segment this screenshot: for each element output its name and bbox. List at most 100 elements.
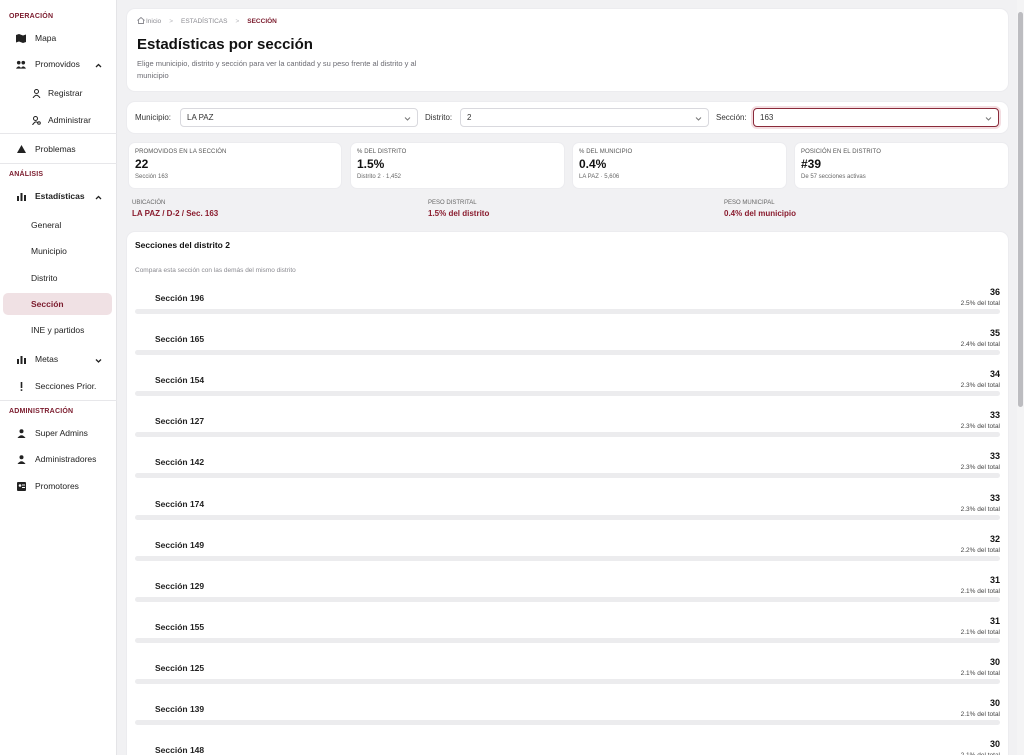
sidebar-item-super-admins[interactable]: Super Admins bbox=[3, 422, 112, 444]
list-item[interactable]: Sección 148302.1% del total bbox=[135, 739, 1000, 755]
seccion-label: Sección: bbox=[716, 113, 747, 122]
sidebar-item-secciones-prior[interactable]: Secciones Prior. bbox=[3, 375, 112, 397]
sidebar: OPERACIÓN Mapa Promovidos Registrar Admi… bbox=[0, 0, 117, 755]
sidebar-item-mapa[interactable]: Mapa bbox=[3, 27, 112, 49]
list-item[interactable]: Sección 149 32 2.2% del total bbox=[135, 534, 1000, 570]
sidebar-item-general[interactable]: General bbox=[3, 214, 112, 236]
sidebar-item-promovidos[interactable]: Promovidos bbox=[3, 53, 112, 75]
secciones-list-card: Secciones del distrito 2 Compara esta se… bbox=[127, 232, 1008, 755]
section-count: 30 bbox=[989, 656, 1000, 667]
section-name: Sección 174 bbox=[155, 498, 205, 509]
sidebar-item-registrar[interactable]: Registrar bbox=[3, 82, 112, 104]
info-value: LA PAZ / D-2 / Sec. 163 bbox=[132, 209, 219, 218]
section-count: 36 bbox=[989, 287, 1000, 297]
section-bar-track bbox=[135, 637, 1000, 643]
list-item[interactable]: Sección 155 31 2.1% del total bbox=[135, 616, 1000, 652]
municipio-select[interactable]: LA PAZ bbox=[180, 108, 418, 127]
warning-icon bbox=[16, 144, 26, 154]
sidebar-item-label: Secciones Prior. bbox=[35, 381, 97, 391]
sidebar-item-promotores[interactable]: Promotores bbox=[3, 475, 112, 497]
sidebar-item-label: Administrar bbox=[48, 115, 91, 125]
divider bbox=[0, 400, 117, 401]
list-item[interactable]: Sección 154 34 2.3% del total bbox=[135, 369, 1000, 405]
sidebar-item-label: Mapa bbox=[35, 33, 57, 43]
section-name: Sección 165 bbox=[155, 334, 205, 345]
info-label: PESO MUNICIPAL bbox=[724, 200, 775, 206]
kpi-sub: De 57 secciones activas bbox=[801, 174, 866, 180]
chevron-down-icon bbox=[404, 114, 411, 123]
sidebar-item-label: Administradores bbox=[35, 454, 97, 464]
info-peso-municipal: PESO MUNICIPAL 0.4% del municipio bbox=[724, 200, 796, 218]
chevron-down-icon bbox=[695, 114, 702, 123]
list-item[interactable]: Sección 127 33 2.3% del total bbox=[135, 410, 1000, 446]
section-percent: 2.1% del total bbox=[960, 711, 1000, 718]
sidebar-item-administrar[interactable]: Administrar bbox=[3, 109, 112, 131]
kpi-label: POSICIÓN EN EL DISTRITO bbox=[801, 149, 881, 155]
sidebar-item-seccion[interactable]: Sección bbox=[3, 293, 112, 315]
page-scrollbar-thumb[interactable] bbox=[1018, 12, 1023, 407]
section-bar-track bbox=[135, 391, 1000, 397]
sidebar-item-label: Super Admins bbox=[35, 428, 88, 438]
sidebar-item-label: Registrar bbox=[48, 88, 83, 98]
kpi-label: % DEL DISTRITO bbox=[357, 149, 407, 155]
kpi-pct-municipio: % DEL MUNICIPIO 0.4% LA PAZ · 5,606 bbox=[573, 143, 786, 188]
section-heading-administracion: ADMINISTRACIÓN bbox=[9, 408, 74, 415]
seccion-select[interactable]: 163 bbox=[753, 108, 999, 127]
sidebar-item-estadisticas[interactable]: Estadísticas bbox=[3, 185, 112, 207]
divider bbox=[0, 163, 117, 164]
kpi-pct-distrito: % DEL DISTRITO 1.5% Distrito 2 · 1,452 bbox=[351, 143, 564, 188]
chevron-up-icon bbox=[95, 192, 102, 202]
info-label: PESO DISTRITAL bbox=[428, 200, 477, 206]
breadcrumb: Inicio > ESTADÍSTICAS > SECCIÓN bbox=[137, 16, 277, 26]
list-item[interactable]: Sección 165 35 2.4% del total bbox=[135, 328, 1000, 364]
section-count: 33 bbox=[989, 451, 1000, 462]
user-tie-icon bbox=[16, 454, 26, 464]
section-heading-analisis: ANÁLISIS bbox=[9, 171, 44, 178]
breadcrumb-estadisticas[interactable]: ESTADÍSTICAS bbox=[181, 18, 227, 25]
section-percent: 2.1% del total bbox=[960, 628, 1000, 636]
kpi-sub: Sección 163 bbox=[135, 174, 169, 180]
sidebar-item-administradores[interactable]: Administradores bbox=[3, 448, 112, 470]
section-percent: 2.2% del total bbox=[960, 546, 1000, 554]
section-name: Sección 196 bbox=[155, 293, 205, 303]
list-item[interactable]: Sección 196 36 2.5% del total bbox=[135, 287, 1000, 323]
sidebar-item-distrito[interactable]: Distrito bbox=[3, 267, 112, 289]
chevron-down-icon bbox=[985, 114, 992, 123]
section-percent: 2.3% del total bbox=[960, 505, 1000, 513]
section-count: 32 bbox=[989, 533, 1000, 544]
breadcrumb-separator-icon: > bbox=[235, 18, 240, 25]
sidebar-item-ine[interactable]: INE y partidos bbox=[3, 319, 112, 341]
kpi-sub: Distrito 2 · 1,452 bbox=[357, 174, 402, 180]
sidebar-item-metas[interactable]: Metas bbox=[3, 348, 112, 370]
section-name: Sección 149 bbox=[155, 539, 205, 550]
home-icon bbox=[137, 16, 145, 26]
list-item[interactable]: Sección 129 31 2.1% del total bbox=[135, 575, 1000, 611]
chevron-up-icon bbox=[95, 60, 102, 70]
section-bar-track bbox=[135, 678, 1000, 684]
section-count: 33 bbox=[989, 410, 1000, 421]
list-item[interactable]: Sección 174 33 2.3% del total bbox=[135, 493, 1000, 529]
section-name: Sección 154 bbox=[155, 375, 205, 386]
section-bar-track bbox=[135, 720, 1000, 725]
sidebar-item-problemas[interactable]: Problemas bbox=[3, 138, 112, 160]
list-subtitle: Compara esta sección con las demás del m… bbox=[135, 267, 296, 274]
info-label: UBICACIÓN bbox=[132, 200, 166, 206]
list-item[interactable]: Sección 125 30 2.1% del total bbox=[135, 657, 1000, 693]
info-peso-distrital: PESO DISTRITAL 1.5% del distrito bbox=[428, 200, 489, 218]
section-bar-track bbox=[135, 432, 1000, 438]
section-name: Sección 155 bbox=[155, 621, 205, 632]
sidebar-item-municipio[interactable]: Municipio bbox=[3, 240, 112, 262]
section-percent: 2.4% del total bbox=[960, 341, 1000, 349]
list-item[interactable]: Sección 139 30 2.1% del total bbox=[135, 698, 1000, 734]
divider bbox=[0, 133, 117, 134]
bar-chart-icon bbox=[16, 191, 26, 201]
breadcrumb-home[interactable]: Inicio bbox=[146, 18, 161, 25]
section-bar-track bbox=[135, 473, 1000, 479]
distrito-select[interactable]: 2 bbox=[460, 108, 709, 127]
kpi-promovidos: PROMOVIDOS EN LA SECCIÓN 22 Sección 163 bbox=[129, 143, 341, 188]
list-item[interactable]: Sección 142 33 2.3% del total bbox=[135, 451, 1000, 487]
user-cog-icon bbox=[31, 115, 41, 125]
section-name: Sección 139 bbox=[155, 704, 205, 714]
distrito-value: 2 bbox=[467, 113, 472, 122]
exclamation-icon bbox=[16, 381, 26, 391]
